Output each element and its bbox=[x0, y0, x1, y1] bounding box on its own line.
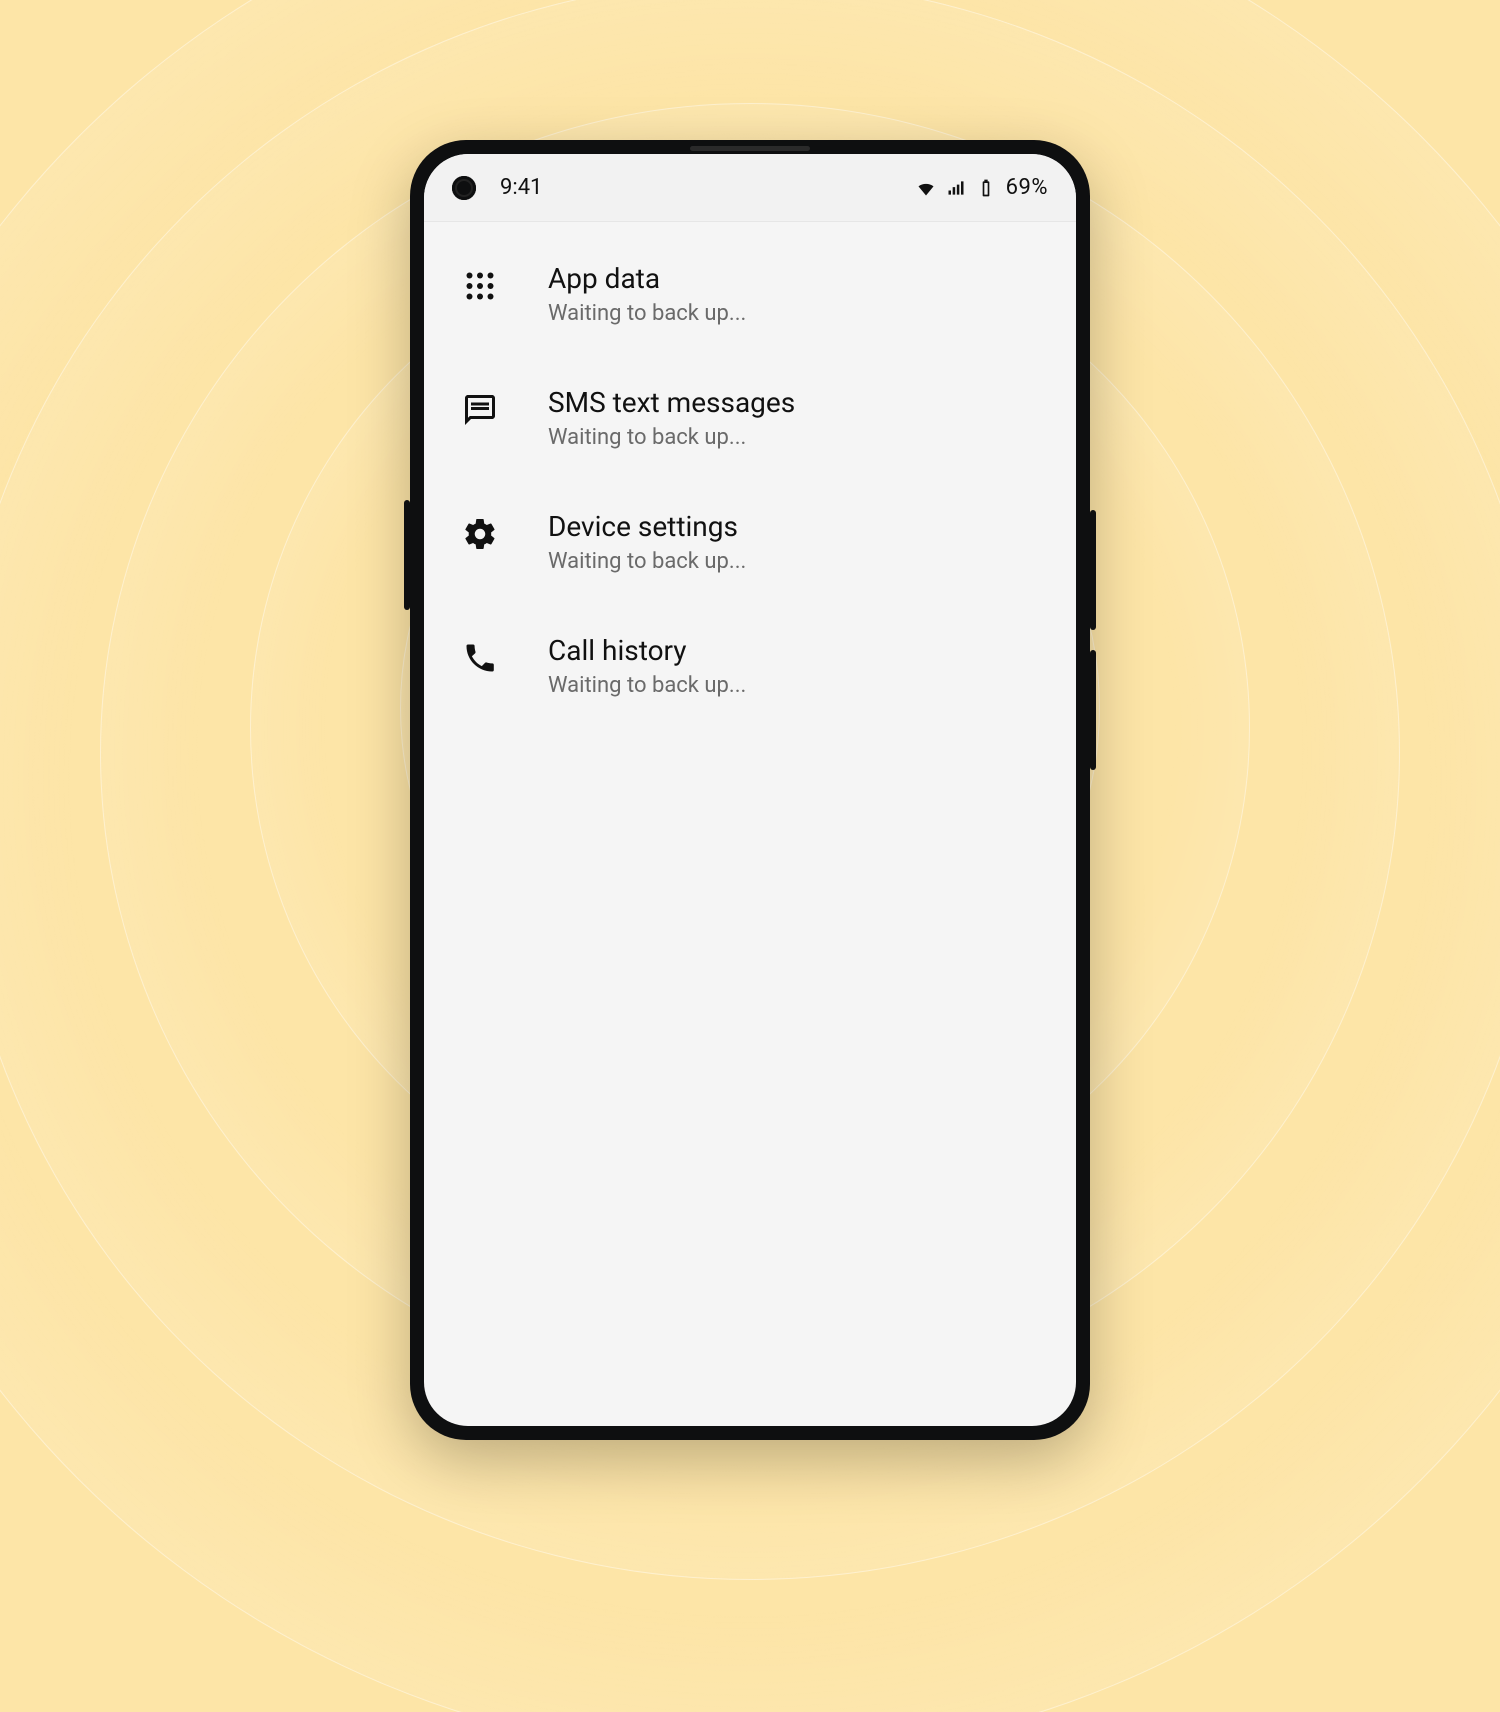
phone-earpiece-icon bbox=[690, 146, 810, 151]
cellular-signal-icon bbox=[946, 178, 966, 198]
backup-item-status: Waiting to back up... bbox=[548, 425, 795, 450]
status-bar-time: 9:41 bbox=[500, 175, 542, 200]
backup-items-list: App data Waiting to back up... SMS text … bbox=[424, 222, 1076, 728]
phone-volume-down-icon bbox=[1090, 650, 1096, 770]
backup-item-title: Call history bbox=[548, 634, 746, 667]
backup-item-title: SMS text messages bbox=[548, 386, 795, 419]
message-icon bbox=[460, 390, 500, 430]
backup-item-title: App data bbox=[548, 262, 746, 295]
backup-item-title: Device settings bbox=[548, 510, 746, 543]
phone-power-button-icon bbox=[404, 500, 410, 610]
wifi-icon bbox=[916, 178, 936, 198]
front-camera-icon bbox=[452, 176, 476, 200]
backup-item-status: Waiting to back up... bbox=[548, 301, 746, 326]
backup-item-status: Waiting to back up... bbox=[548, 549, 746, 574]
apps-grid-icon bbox=[460, 266, 500, 306]
backup-item-device-settings[interactable]: Device settings Waiting to back up... bbox=[424, 480, 1076, 604]
backup-item-app-data[interactable]: App data Waiting to back up... bbox=[424, 232, 1076, 356]
phone-icon bbox=[460, 638, 500, 678]
status-bar: 9:41 69% bbox=[424, 154, 1076, 222]
backup-item-sms[interactable]: SMS text messages Waiting to back up... bbox=[424, 356, 1076, 480]
phone-screen: 9:41 69% bbox=[424, 154, 1076, 1426]
backup-item-status: Waiting to back up... bbox=[548, 673, 746, 698]
phone-mockup: 9:41 69% bbox=[410, 140, 1090, 1440]
backup-item-call-history[interactable]: Call history Waiting to back up... bbox=[424, 604, 1076, 728]
gear-icon bbox=[460, 514, 500, 554]
battery-percent: 69% bbox=[1006, 175, 1048, 200]
phone-volume-up-icon bbox=[1090, 510, 1096, 630]
battery-icon bbox=[976, 178, 996, 198]
